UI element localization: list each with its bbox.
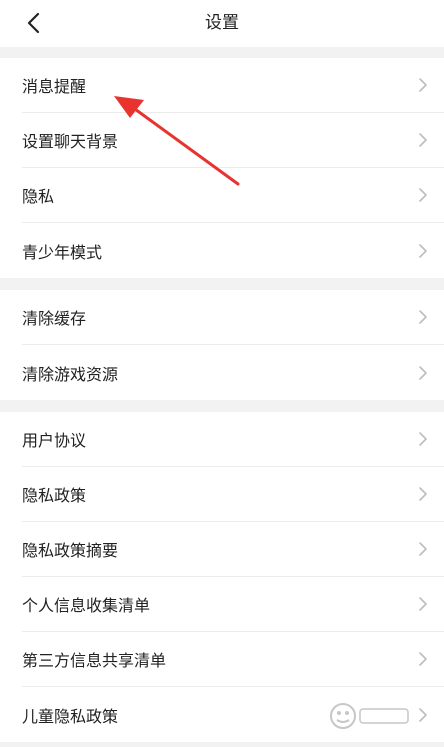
chevron-right-icon bbox=[419, 597, 427, 611]
chevron-right-icon bbox=[419, 133, 427, 147]
chevron-right-icon bbox=[419, 188, 427, 202]
row-privacy[interactable]: 隐私 bbox=[22, 168, 444, 223]
settings-group-legal: 用户协议 隐私政策 隐私政策摘要 个人信息收集清单 第三方信息共享清单 儿童隐私… bbox=[0, 412, 444, 742]
row-chat-background[interactable]: 设置聊天背景 bbox=[22, 113, 444, 168]
row-youth-mode[interactable]: 青少年模式 bbox=[22, 223, 444, 278]
chevron-right-icon bbox=[419, 310, 427, 324]
chevron-right-icon bbox=[419, 487, 427, 501]
chevron-right-icon bbox=[419, 707, 427, 722]
chevron-right-icon bbox=[419, 652, 427, 666]
row-label: 隐私 bbox=[22, 187, 55, 206]
settings-group-storage: 清除缓存 清除游戏资源 bbox=[0, 290, 444, 400]
row-label: 个人信息收集清单 bbox=[22, 596, 151, 615]
chevron-right-icon bbox=[419, 78, 427, 92]
page-title: 设置 bbox=[205, 13, 239, 33]
row-label: 儿童隐私政策 bbox=[22, 706, 119, 726]
chevron-right-icon bbox=[419, 542, 427, 556]
row-label: 清除游戏资源 bbox=[22, 364, 119, 384]
row-label: 第三方信息共享清单 bbox=[22, 651, 167, 670]
row-personal-info-list[interactable]: 个人信息收集清单 bbox=[22, 577, 444, 632]
settings-group-general: 消息提醒 设置聊天背景 隐私 青少年模式 bbox=[0, 58, 444, 278]
row-message-reminder[interactable]: 消息提醒 bbox=[22, 58, 444, 113]
row-label: 隐私政策摘要 bbox=[22, 541, 119, 560]
row-label: 用户协议 bbox=[22, 431, 87, 450]
chevron-right-icon bbox=[419, 365, 427, 380]
row-third-party-sharing-list[interactable]: 第三方信息共享清单 bbox=[22, 632, 444, 687]
row-user-agreement[interactable]: 用户协议 bbox=[22, 412, 444, 467]
row-clear-cache[interactable]: 清除缓存 bbox=[22, 290, 444, 345]
row-label: 消息提醒 bbox=[22, 77, 87, 96]
row-privacy-policy[interactable]: 隐私政策 bbox=[22, 467, 444, 522]
row-label: 设置聊天背景 bbox=[22, 132, 119, 151]
row-label: 清除缓存 bbox=[22, 309, 87, 328]
row-privacy-policy-summary[interactable]: 隐私政策摘要 bbox=[22, 522, 444, 577]
row-label: 青少年模式 bbox=[22, 242, 103, 262]
row-clear-game-resources[interactable]: 清除游戏资源 bbox=[22, 345, 444, 400]
watermark-logo-icon bbox=[330, 703, 409, 729]
top-bar: 设置 bbox=[0, 0, 444, 47]
chevron-right-icon bbox=[419, 432, 427, 446]
settings-page: 设置 消息提醒 设置聊天背景 隐私 青少年模式 清除缓存 清除游戏资源 用户协议… bbox=[0, 0, 444, 747]
row-label: 隐私政策 bbox=[22, 486, 87, 505]
chevron-right-icon bbox=[419, 243, 427, 258]
